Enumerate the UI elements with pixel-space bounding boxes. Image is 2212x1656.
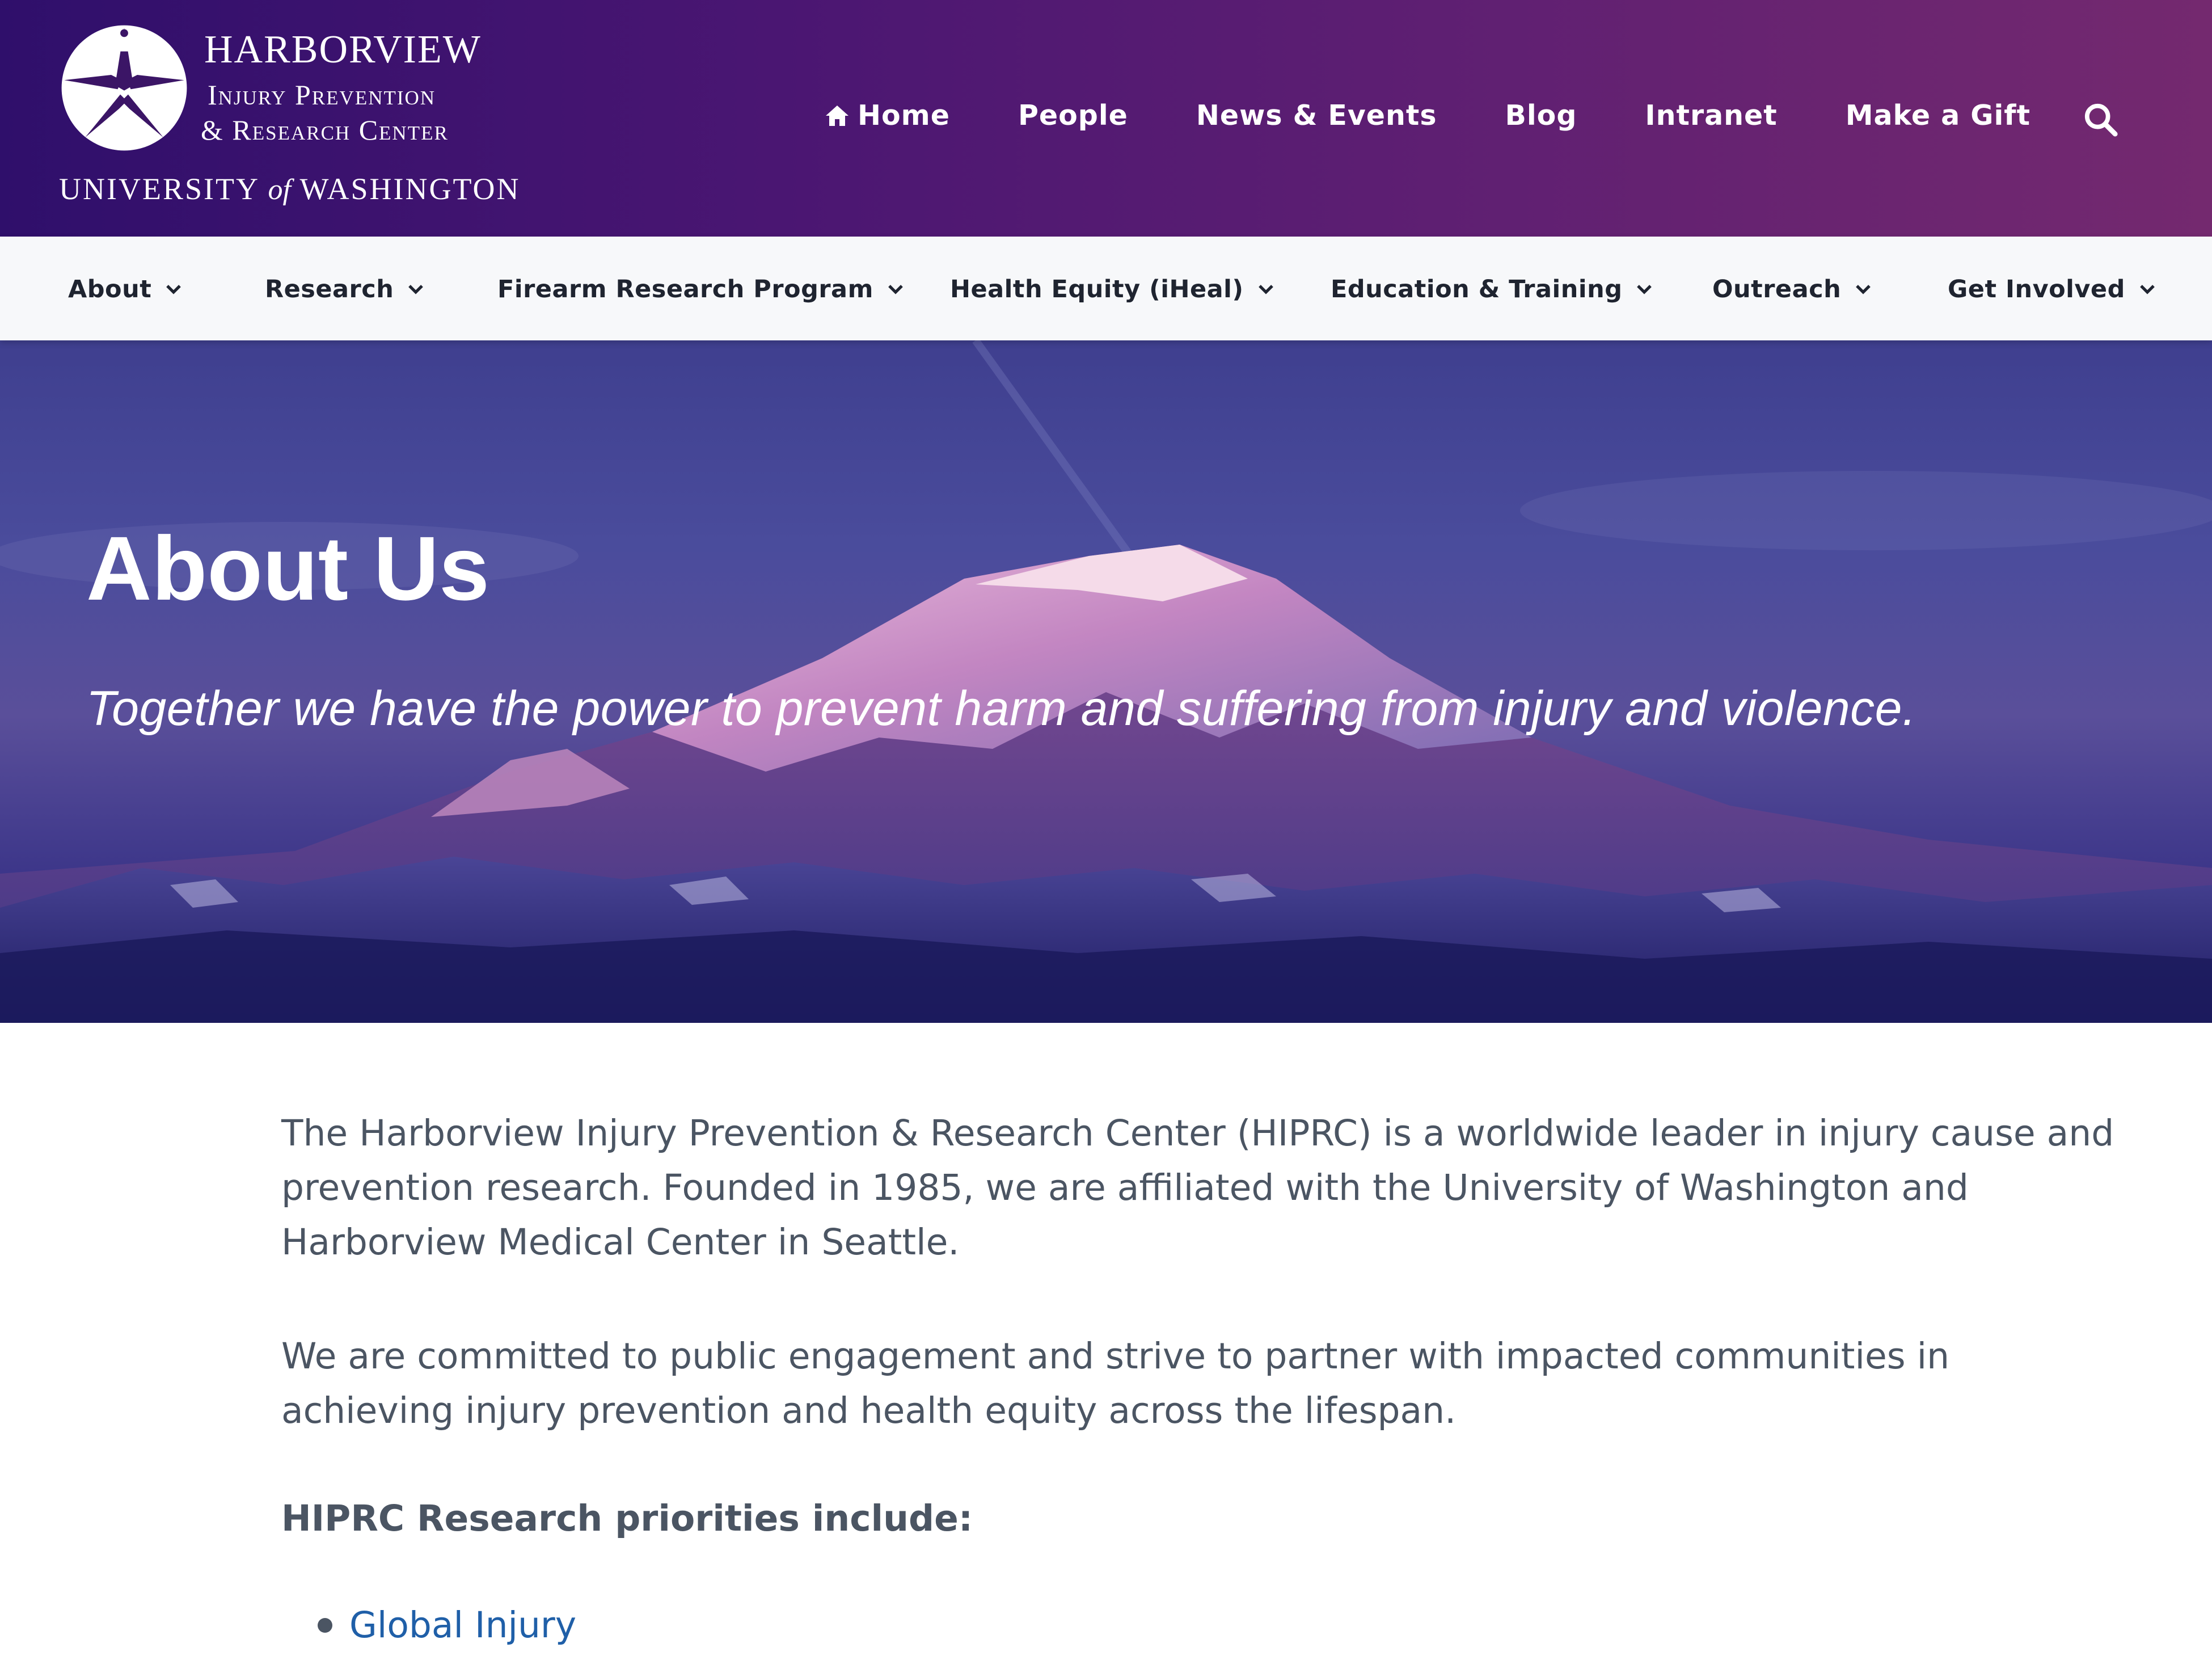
nav-item-research-label: Research <box>265 275 394 304</box>
util-link-blog[interactable]: Blog <box>1505 99 1577 132</box>
util-link-intranet[interactable]: Intranet <box>1645 99 1777 132</box>
logo-university: UNIVERSITY of WASHINGTON <box>59 171 520 207</box>
nav-item-education-training-label: Education & Training <box>1331 275 1623 304</box>
util-link-news-events[interactable]: News & Events <box>1196 99 1437 132</box>
nav-item-outreach-label: Outreach <box>1712 275 1842 304</box>
chevron-down-icon <box>1856 285 1871 294</box>
nav-item-research[interactable]: Research <box>265 274 424 305</box>
logo-title: HARBORVIEW <box>204 28 482 71</box>
main-content: The Harborview Injury Prevention & Resea… <box>281 1106 2119 1646</box>
chevron-down-icon <box>408 285 424 294</box>
nav-item-get-involved[interactable]: Get Involved <box>1948 274 2156 305</box>
chevron-down-icon <box>1637 285 1652 294</box>
bullet-icon <box>318 1617 332 1633</box>
nav-item-about[interactable]: About <box>68 274 182 305</box>
nav-item-health-equity-label: Health Equity (iHeal) <box>950 275 1244 304</box>
logo-subtitle-1: Injury Prevention <box>208 79 436 111</box>
nav-item-outreach[interactable]: Outreach <box>1712 274 1872 305</box>
hiprc-logo[interactable]: HARBORVIEW Injury Prevention & Research … <box>59 23 518 216</box>
chevron-down-icon <box>888 285 903 294</box>
logo-university-pre: UNIVERSITY <box>59 172 268 206</box>
priorities-heading: HIPRC Research priorities include: <box>281 1498 973 1539</box>
logo-university-post: WASHINGTON <box>290 172 521 206</box>
priorities-list: Global Injury <box>281 1604 2119 1646</box>
main-nav: About Research Firearm Research Program … <box>0 237 2212 340</box>
util-link-home[interactable]: Home <box>825 99 950 132</box>
utility-nav: Home People News & Events Blog Intranet … <box>825 99 2031 132</box>
nav-item-firearm-research[interactable]: Firearm Research Program <box>497 274 904 305</box>
nav-item-about-label: About <box>68 275 152 304</box>
page-title: About Us <box>86 517 490 619</box>
util-link-make-a-gift[interactable]: Make a Gift <box>1846 99 2031 132</box>
site-header: HARBORVIEW Injury Prevention & Research … <box>0 0 2212 237</box>
commitment-paragraph: We are committed to public engagement an… <box>281 1335 1950 1431</box>
hero-tagline: Together we have the power to prevent ha… <box>86 681 1916 736</box>
chevron-down-icon <box>1258 285 1273 294</box>
intro-paragraph: The Harborview Injury Prevention & Resea… <box>281 1113 2114 1263</box>
logo-university-of: of <box>268 174 291 206</box>
nav-item-health-equity[interactable]: Health Equity (iHeal) <box>950 274 1274 305</box>
nav-item-get-involved-label: Get Involved <box>1948 275 2125 304</box>
util-link-people[interactable]: People <box>1018 99 1128 132</box>
chevron-down-icon <box>2140 285 2155 294</box>
hero-banner: About Us Together we have the power to p… <box>0 340 2212 1023</box>
search-icon[interactable] <box>2083 102 2118 137</box>
logo-subtitle-2: & Research Center <box>201 114 449 146</box>
nav-item-education-training[interactable]: Education & Training <box>1331 274 1653 305</box>
priority-link-global-injury[interactable]: Global Injury <box>349 1604 576 1646</box>
chevron-down-icon <box>166 285 181 294</box>
home-icon <box>825 105 849 126</box>
util-link-home-label: Home <box>857 99 950 132</box>
nav-item-firearm-research-label: Firearm Research Program <box>497 275 873 304</box>
list-item: Global Injury <box>281 1604 2119 1646</box>
hiprc-emblem-icon <box>61 25 187 151</box>
